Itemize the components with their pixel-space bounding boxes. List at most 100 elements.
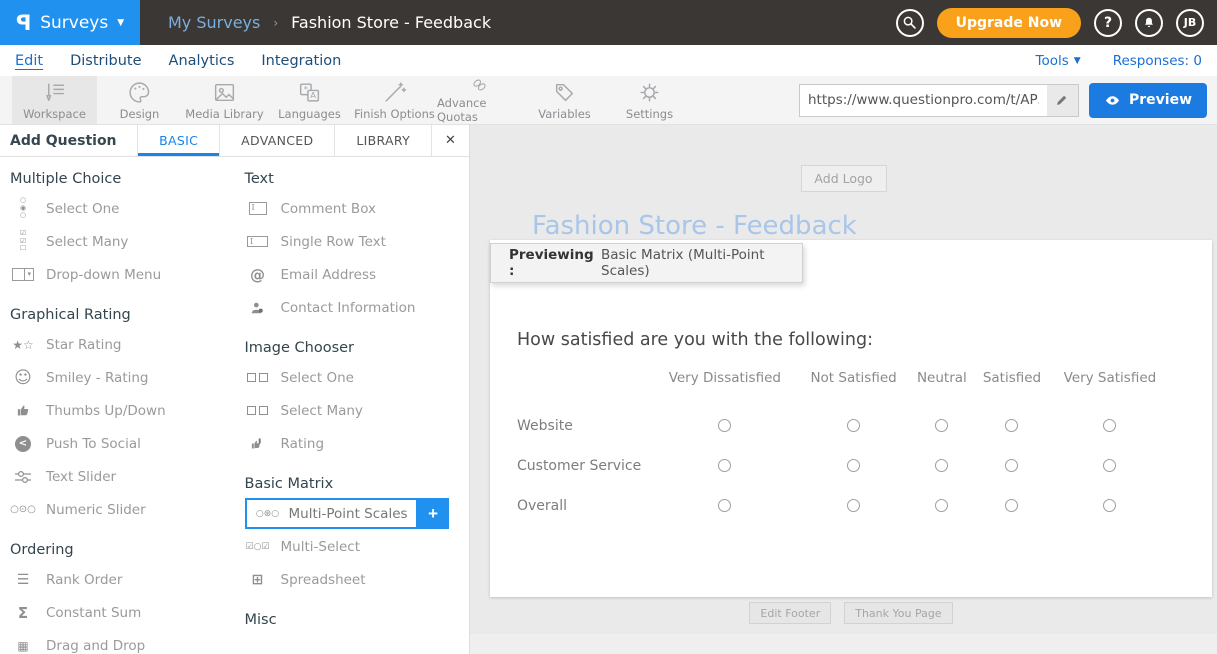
tool-languages[interactable]: *A Languages	[267, 76, 352, 124]
tool-variables[interactable]: Variables	[522, 76, 607, 124]
slider-icon	[10, 470, 36, 484]
previewing-value: Basic Matrix (Multi-Point Scales)	[601, 247, 802, 279]
edit-footer-button[interactable]: Edit Footer	[749, 602, 831, 624]
question-type-columns: Multiple Choice ○ ◉ ○ Select One ☑ ☑ ☐ S…	[0, 157, 469, 654]
matrix-row-overall: Overall	[517, 486, 1170, 526]
qtype-label: Numeric Slider	[46, 502, 146, 518]
add-question-plus-button[interactable]: +	[418, 498, 449, 529]
tool-design[interactable]: Design	[97, 76, 182, 124]
pencil-icon	[1055, 93, 1069, 107]
qtype-image-select-many[interactable]: Select Many	[245, 394, 470, 427]
qtype-rank-order[interactable]: ☰ Rank Order	[10, 563, 235, 596]
qtype-select-one[interactable]: ○ ◉ ○ Select One	[10, 192, 235, 225]
single-row-icon: I	[245, 236, 271, 247]
qtype-push-to-social[interactable]: < Push To Social	[10, 427, 235, 460]
survey-title[interactable]: Fashion Store - Feedback	[532, 211, 857, 241]
tools-dropdown[interactable]: Tools ▼	[1036, 53, 1081, 69]
radio-button[interactable]	[1005, 499, 1018, 512]
tag-icon	[552, 80, 577, 105]
drag-icon: ▦	[10, 639, 36, 653]
avatar[interactable]: JB	[1176, 9, 1204, 37]
qtype-email-address[interactable]: @ Email Address	[245, 258, 470, 291]
radio-button[interactable]	[1005, 459, 1018, 472]
qtype-thumbs-up-down[interactable]: Thumbs Up/Down	[10, 394, 235, 427]
qtype-smiley-rating[interactable]: ☺ Smiley - Rating	[10, 361, 235, 394]
tool-finish-options[interactable]: Finish Options	[352, 76, 437, 124]
nav-integration[interactable]: Integration	[261, 53, 341, 69]
notifications-button[interactable]	[1135, 9, 1163, 37]
radio-button[interactable]	[935, 499, 948, 512]
nav-edit[interactable]: Edit	[15, 53, 43, 69]
preview-label: Preview	[1129, 92, 1192, 108]
thank-you-page-button[interactable]: Thank You Page	[844, 602, 952, 624]
radio-button[interactable]	[1103, 459, 1116, 472]
tool-advance-quotas[interactable]: Advance Quotas	[437, 76, 522, 124]
radio-button[interactable]	[718, 459, 731, 472]
qtype-label: Thumbs Up/Down	[46, 403, 166, 419]
tool-media-library[interactable]: Media Library	[182, 76, 267, 124]
section-multiple-choice: Multiple Choice ○ ◉ ○ Select One ☑ ☑ ☐ S…	[10, 171, 235, 291]
qtype-drag-and-drop[interactable]: ▦ Drag and Drop	[10, 629, 235, 654]
bottom-strip	[470, 634, 1217, 654]
tab-library[interactable]: LIBRARY	[334, 125, 431, 156]
tools-label: Tools	[1036, 53, 1069, 69]
qtype-text-slider[interactable]: Text Slider	[10, 460, 235, 493]
tool-workspace[interactable]: Workspace	[12, 76, 97, 124]
add-logo-button[interactable]: Add Logo	[800, 165, 886, 192]
panel-header: Add Question BASIC ADVANCED LIBRARY ✕	[0, 125, 469, 157]
qtype-image-select-one[interactable]: Select One	[245, 361, 470, 394]
tool-label: Languages	[278, 107, 341, 121]
qtype-select-many[interactable]: ☑ ☑ ☐ Select Many	[10, 225, 235, 258]
qtype-comment-box[interactable]: I Comment Box	[245, 192, 470, 225]
qtype-spreadsheet[interactable]: ⊞ Spreadsheet	[245, 563, 470, 596]
smiley-icon: ☺	[10, 368, 36, 388]
image-rating-icon	[245, 436, 271, 451]
qtype-dropdown-menu[interactable]: ▾ Drop-down Menu	[10, 258, 235, 291]
breadcrumb-my-surveys[interactable]: My Surveys	[168, 13, 260, 32]
tab-advanced[interactable]: ADVANCED	[219, 125, 334, 156]
nav-analytics[interactable]: Analytics	[169, 53, 235, 69]
survey-preview-area: Add Logo Fashion Store - Feedback Previe…	[470, 125, 1217, 654]
qtype-single-row-text[interactable]: I Single Row Text	[245, 225, 470, 258]
qtype-label: Drag and Drop	[46, 638, 145, 654]
breadcrumb: My Surveys › Fashion Store - Feedback	[168, 13, 491, 32]
qtype-multi-select[interactable]: ☑○☑ Multi-Select	[245, 530, 470, 563]
radio-button[interactable]	[718, 499, 731, 512]
rank-icon: ☰	[10, 572, 36, 588]
radio-button[interactable]	[847, 459, 860, 472]
survey-url-input[interactable]	[800, 85, 1047, 116]
radio-button[interactable]	[847, 499, 860, 512]
section-image-chooser: Image Chooser Select One Select Many Rat…	[245, 340, 470, 460]
upgrade-now-button[interactable]: Upgrade Now	[937, 8, 1081, 38]
edit-url-button[interactable]	[1047, 85, 1078, 116]
tab-basic[interactable]: BASIC	[137, 125, 219, 156]
radio-button[interactable]	[1005, 419, 1018, 432]
radio-button[interactable]	[1103, 499, 1116, 512]
sigma-icon: Σ	[10, 604, 36, 622]
add-question-panel: Add Question BASIC ADVANCED LIBRARY ✕ Mu…	[0, 125, 470, 654]
radio-button[interactable]	[718, 419, 731, 432]
qtype-multi-point-scales[interactable]: ○⊛○ Multi-Point Scales +	[245, 497, 470, 530]
nav-distribute[interactable]: Distribute	[70, 53, 141, 69]
radio-button[interactable]	[935, 419, 948, 432]
qtype-constant-sum[interactable]: Σ Constant Sum	[10, 596, 235, 629]
matrix-col-header: Very Satisfied	[1050, 370, 1170, 406]
qtype-numeric-slider[interactable]: ○⊙○ Numeric Slider	[10, 493, 235, 526]
product-switcher[interactable]: P Surveys ▼	[0, 0, 140, 45]
qtype-image-rating[interactable]: Rating	[245, 427, 470, 460]
radio-button[interactable]	[847, 419, 860, 432]
search-button[interactable]	[896, 9, 924, 37]
qtype-contact-information[interactable]: Contact Information	[245, 291, 470, 324]
help-button[interactable]: ?	[1094, 9, 1122, 37]
preview-button[interactable]: Preview	[1089, 83, 1207, 118]
tool-settings[interactable]: Settings	[607, 76, 692, 124]
multipoint-icon: ○⊛○	[255, 509, 281, 519]
responses-count[interactable]: Responses: 0	[1113, 53, 1202, 69]
radio-button[interactable]	[935, 459, 948, 472]
qtype-star-rating[interactable]: ★☆ Star Rating	[10, 328, 235, 361]
close-panel-button[interactable]: ✕	[431, 125, 469, 156]
section-misc: Misc	[245, 612, 470, 628]
qtype-label: Contact Information	[281, 300, 416, 316]
radio-button[interactable]	[1103, 419, 1116, 432]
wand-icon	[382, 80, 407, 105]
